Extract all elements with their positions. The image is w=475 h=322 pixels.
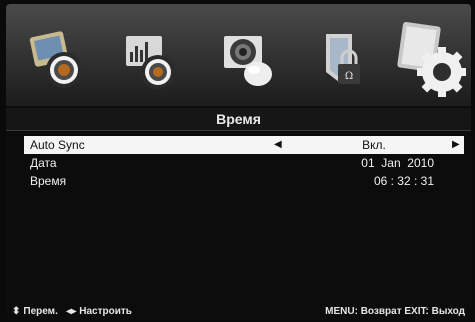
svg-text:Ω: Ω	[345, 71, 353, 82]
sound-icon[interactable]	[118, 28, 178, 92]
menu-row-value: Вкл.	[362, 138, 386, 152]
up-down-arrows-icon: ⬍	[12, 306, 21, 317]
time-settings-menu: Auto Sync ◀ Вкл. ▶ Дата 01 Jan 2010 Врем…	[24, 136, 464, 190]
lock-icon[interactable]: Ω	[312, 28, 372, 92]
exit-hint: EXIT: Выход	[404, 306, 465, 317]
settings-gear-icon[interactable]	[396, 18, 467, 98]
arrow-left-icon[interactable]: ◀	[274, 136, 282, 154]
navigation-hints: ⬍ Перем. ◂▸ Настроить	[12, 304, 132, 320]
exit-hints: MENU: Возврат EXIT: Выход	[325, 304, 465, 320]
footer-hints: ⬍ Перем. ◂▸ Настроить MENU: Возврат EXIT: …	[6, 304, 471, 320]
menu-icon-bar: Ω	[6, 4, 471, 106]
picture-icon[interactable]	[26, 28, 86, 92]
menu-return-hint: MENU: Возврат	[325, 306, 402, 317]
menu-row-label: Auto Sync	[30, 138, 85, 152]
menu-row-label: Дата	[30, 156, 57, 170]
tv-osd-screen: Ω Время Auto Sync ◀ Вкл. ▶ Дата 01 Jan 2…	[6, 4, 471, 320]
menu-row-time[interactable]: Время 06 : 32 : 31	[24, 172, 464, 190]
menu-row-auto-sync[interactable]: Auto Sync ◀ Вкл. ▶	[24, 136, 464, 154]
menu-row-date[interactable]: Дата 01 Jan 2010	[24, 154, 464, 172]
left-right-arrows-icon: ◂▸	[66, 306, 77, 317]
menu-row-label: Время	[30, 174, 67, 188]
page-title: Время	[6, 108, 471, 131]
move-hint: Перем.	[23, 306, 58, 317]
arrow-right-icon[interactable]: ▶	[452, 136, 460, 154]
menu-row-value: 01 Jan 2010	[361, 156, 434, 170]
adjust-hint: Настроить	[79, 306, 132, 317]
menu-row-value: 06 : 32 : 31	[373, 174, 434, 188]
channel-icon[interactable]	[218, 28, 278, 92]
